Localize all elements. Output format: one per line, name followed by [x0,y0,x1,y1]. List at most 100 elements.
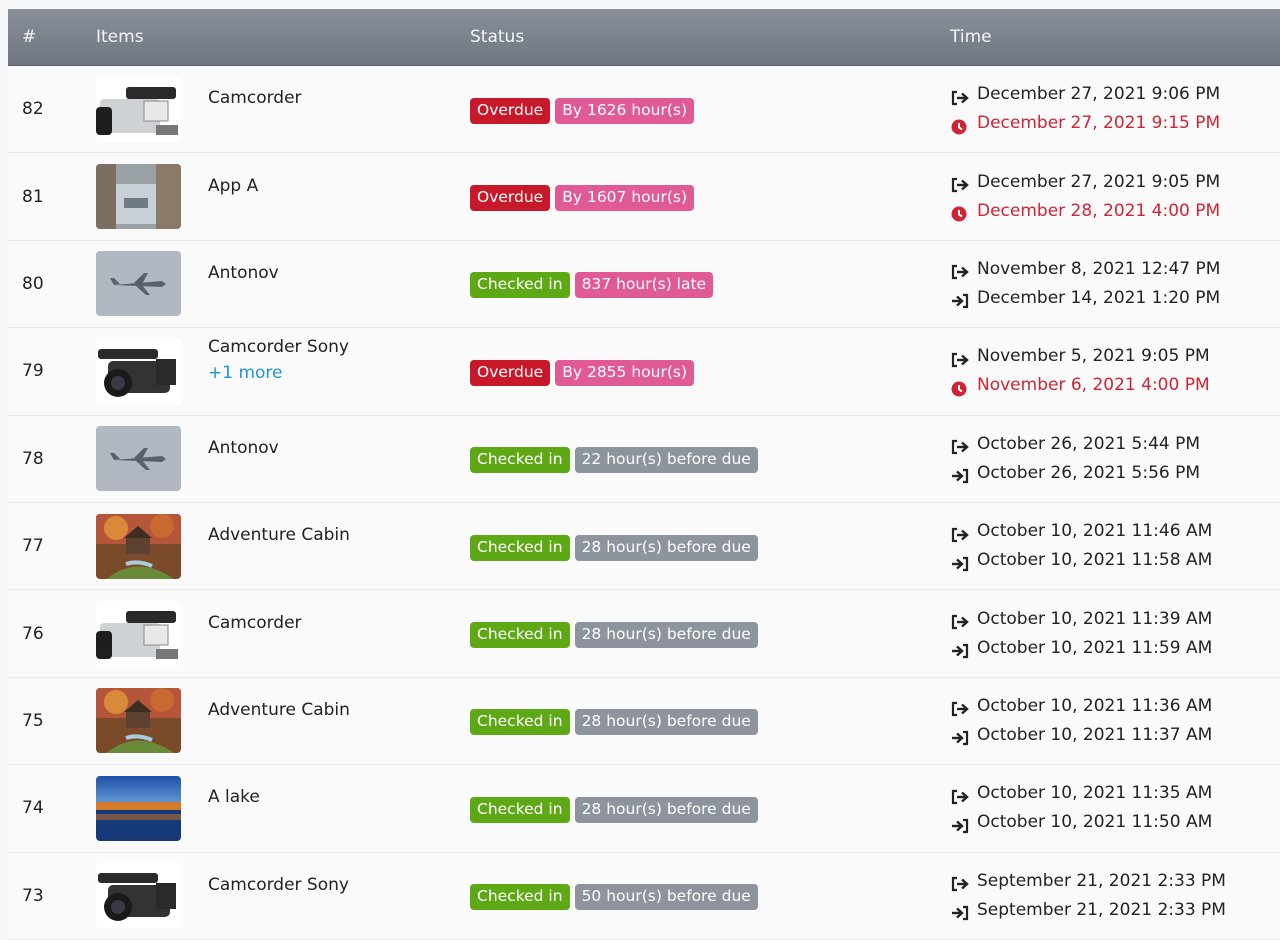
item-name[interactable]: Adventure Cabin [208,700,350,720]
item-thumbnail[interactable] [96,251,181,317]
status-badge: Overdue [470,359,551,386]
sign-out-icon [950,87,970,105]
status-badge: Checked in [470,534,570,561]
table-row[interactable]: 73 Camcorder Sony Checked in 50 hour(s) … [8,852,1280,940]
row-number: 73 [22,885,44,906]
sign-in-icon [950,553,970,571]
sign-out-icon [950,349,970,367]
checkin-time: October 10, 2021 11:59 AM [950,634,1280,663]
item-thumbnail[interactable] [96,164,181,230]
checkout-time: October 10, 2021 11:46 AM [950,517,1280,546]
item-thumbnail[interactable] [96,863,181,929]
row-number: 78 [22,448,44,469]
row-items: Camcorder [96,601,470,667]
table-row[interactable]: 78 Antonov Checked in 22 hour(s) before … [8,415,1280,503]
item-thumbnail[interactable] [96,601,181,667]
row-number: 74 [22,798,44,819]
row-number: 79 [22,361,44,382]
header-num[interactable]: # [8,27,96,47]
row-status: Checked in 22 hour(s) before due [470,444,950,474]
checkin-time-text: October 10, 2021 11:50 AM [977,812,1213,833]
header-status[interactable]: Status [470,27,950,47]
table-row[interactable]: 76 Camcorder Checked in 28 hour(s) befor… [8,590,1280,678]
checkin-time: December 28, 2021 4:00 PM [950,197,1280,226]
item-thumbnail[interactable] [96,426,181,492]
row-status: Checked in 28 hour(s) before due [470,706,950,736]
checkout-time: November 5, 2021 9:05 PM [950,342,1280,371]
checkin-time: December 27, 2021 9:15 PM [950,109,1280,138]
checkin-time-text: December 27, 2021 9:15 PM [977,113,1221,134]
header-items[interactable]: Items [96,27,470,47]
checkout-time-text: October 10, 2021 11:39 AM [977,608,1213,629]
row-status: Checked in 28 hour(s) before due [470,532,950,561]
table-row[interactable]: 81 App A Overdue By 1607 hour(s) Decembe… [8,153,1280,241]
row-items: App A [96,164,470,230]
row-time: December 27, 2021 9:06 PM December 27, 2… [950,80,1280,138]
checkin-time: November 6, 2021 4:00 PM [950,371,1280,400]
row-number: 75 [22,710,44,731]
sign-in-icon [950,815,970,833]
checkout-time: October 10, 2021 11:36 AM [950,692,1280,721]
status-badge: Checked in [470,447,570,474]
status-badge: Checked in [470,272,570,299]
sign-in-icon [950,640,970,659]
checkout-time-text: October 10, 2021 11:36 AM [977,695,1213,716]
checkin-time: October 10, 2021 11:37 AM [950,721,1280,750]
sign-out-icon [950,873,970,892]
clock-icon [950,378,970,397]
checkin-time: October 26, 2021 5:56 PM [950,459,1280,488]
table-row[interactable]: 82 Camcorder Overdue By 1626 hour(s) Dec… [8,66,1280,154]
checkout-time-text: September 21, 2021 2:33 PM [977,870,1226,891]
row-items: A lake [96,775,470,841]
row-status: Checked in 28 hour(s) before due [470,794,950,823]
table-row[interactable]: 75 Adventure Cabin Checked in 28 hour(s)… [8,677,1280,766]
item-name[interactable]: Camcorder [208,88,302,108]
header-time[interactable]: Time [950,27,1280,47]
item-thumbnail[interactable] [96,688,181,754]
table-row[interactable]: 79 Camcorder Sony +1 more Overdue By 285… [8,328,1280,416]
checkin-time-text: November 6, 2021 4:00 PM [977,375,1210,396]
item-name[interactable]: Adventure Cabin [208,525,350,545]
status-badge: Checked in [470,622,570,649]
table-body: 82 Camcorder Overdue By 1626 hour(s) Dec… [8,66,1280,940]
item-thumbnail[interactable] [96,338,181,404]
table-row[interactable]: 80 Antonov Checked in 837 hour(s) late N… [8,240,1280,329]
status-detail-badge: By 1607 hour(s) [555,185,694,212]
sign-out-icon [950,611,970,630]
table-row[interactable]: 77 Adventure Cabin Checked in 28 hour(s)… [8,502,1280,591]
status-detail-badge: 28 hour(s) before due [574,534,758,561]
checkin-time: October 10, 2021 11:50 AM [950,808,1280,837]
item-name[interactable]: Camcorder Sony [208,337,349,357]
sign-in-icon [950,465,970,484]
row-items: Antonov [96,251,470,317]
item-name[interactable]: Antonov [208,263,279,283]
table-row[interactable]: 74 A lake Checked in 28 hour(s) before d… [8,765,1280,853]
row-time: October 10, 2021 11:36 AM October 10, 20… [950,692,1280,750]
row-time: October 10, 2021 11:46 AM October 10, 20… [950,517,1280,575]
more-items-link[interactable]: +1 more [208,363,349,383]
status-detail-badge: By 2855 hour(s) [555,359,694,386]
sign-out-icon [950,698,970,717]
sign-out-icon [950,436,970,455]
status-detail-badge: By 1626 hour(s) [555,97,694,124]
checkin-time-text: December 14, 2021 1:20 PM [977,287,1221,308]
row-number: 80 [22,273,44,294]
item-thumbnail[interactable] [96,775,181,841]
item-name[interactable]: Camcorder Sony [208,875,349,895]
checkout-time-text: November 5, 2021 9:05 PM [977,346,1210,367]
row-status: Checked in 50 hour(s) before due [470,881,950,911]
item-name[interactable]: A lake [208,787,260,807]
item-name[interactable]: Antonov [208,438,279,458]
sign-out-icon [950,174,970,193]
item-name[interactable]: App A [208,176,258,196]
checkout-time: November 8, 2021 12:47 PM [950,255,1280,284]
checkout-time: October 26, 2021 5:44 PM [950,430,1280,459]
row-number: 77 [22,536,44,557]
item-thumbnail[interactable] [96,513,181,579]
item-name[interactable]: Camcorder [208,613,302,633]
status-badge: Checked in [470,884,570,911]
checkout-time-text: October 10, 2021 11:35 AM [977,783,1213,804]
item-thumbnail[interactable] [96,76,181,142]
row-items: Adventure Cabin [96,688,470,754]
checkout-time: December 27, 2021 9:05 PM [950,168,1280,197]
